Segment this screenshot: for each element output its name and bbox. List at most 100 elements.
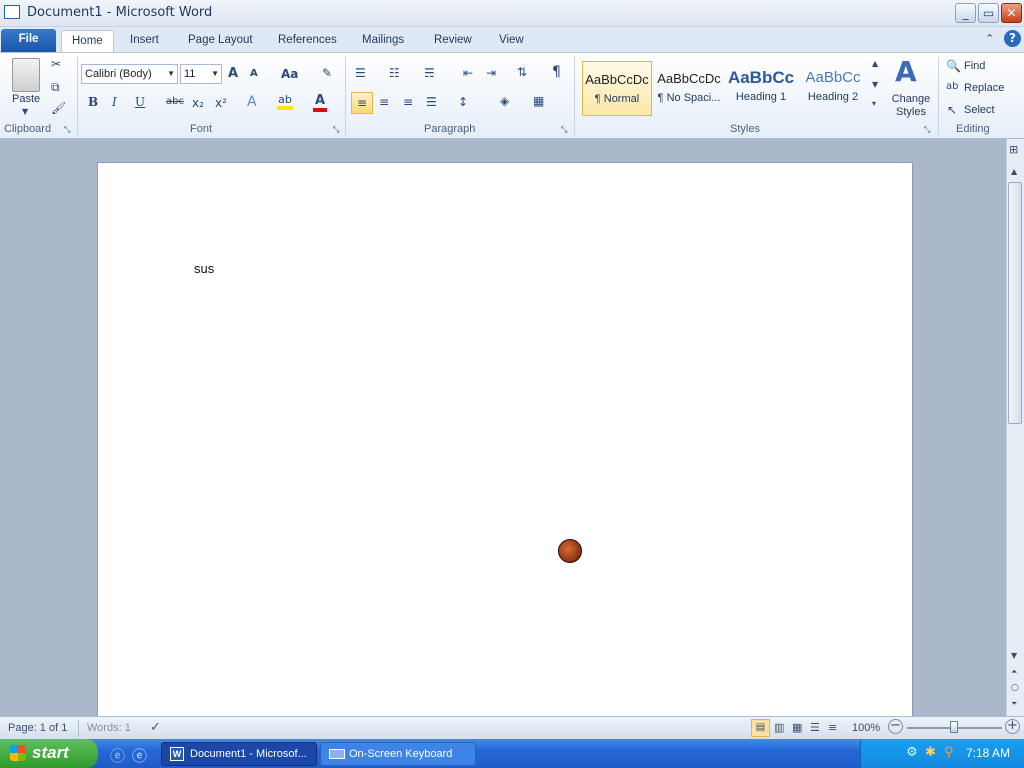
- styles-more-icon[interactable]: ▾: [872, 99, 876, 108]
- chevron-down-icon[interactable]: ▼: [211, 65, 219, 83]
- browse-object-icon[interactable]: ○: [1011, 683, 1019, 693]
- styles-launcher-icon[interactable]: ⤡: [924, 125, 930, 135]
- borders-icon[interactable]: ▦: [533, 94, 544, 108]
- tab-view[interactable]: View: [489, 30, 534, 52]
- styles-scroll-up-icon[interactable]: ▲: [872, 59, 878, 68]
- style-heading-1[interactable]: AaBbCc Heading 1: [726, 61, 796, 116]
- replace-icon[interactable]: ab: [946, 81, 958, 92]
- document-area[interactable]: sus: [0, 139, 1006, 716]
- decrease-indent-icon[interactable]: ⇤: [463, 66, 473, 80]
- copy-icon[interactable]: ⧉: [51, 80, 60, 95]
- close-button[interactable]: ✕: [1001, 3, 1022, 23]
- clipboard-launcher-icon[interactable]: ⤡: [64, 125, 70, 135]
- style-no-spacing[interactable]: AaBbCcDc ¶ No Spaci...: [654, 61, 724, 116]
- word-app-icon[interactable]: [4, 5, 20, 19]
- format-painter-icon[interactable]: 🖌: [51, 101, 66, 115]
- sort-icon[interactable]: ⇅: [517, 65, 527, 79]
- font-color-icon[interactable]: A: [313, 93, 327, 112]
- change-styles-icon[interactable]: A: [895, 55, 917, 88]
- select-icon[interactable]: ↖: [947, 103, 957, 117]
- align-center-icon[interactable]: ≡: [379, 95, 389, 109]
- change-styles-button[interactable]: Change Styles: [889, 93, 933, 119]
- multilevel-list-icon[interactable]: ☴: [424, 66, 435, 80]
- select-button[interactable]: Select: [964, 104, 995, 116]
- search-tray-icon[interactable]: ⚲: [944, 745, 954, 760]
- zoom-in-icon[interactable]: +: [1005, 719, 1020, 734]
- document-text[interactable]: sus: [194, 261, 214, 276]
- bullets-icon[interactable]: ☰: [355, 66, 366, 80]
- cut-icon[interactable]: ✂: [51, 57, 61, 71]
- draft-icon[interactable]: ≡: [828, 721, 837, 734]
- underline-button[interactable]: U: [135, 95, 145, 109]
- ie-icon[interactable]: ⓔ: [110, 745, 125, 766]
- outline-icon[interactable]: ☰: [810, 721, 820, 734]
- proofing-icon[interactable]: ✓: [150, 720, 161, 735]
- shading-icon[interactable]: ◈: [500, 94, 509, 108]
- tab-review[interactable]: Review: [424, 30, 482, 52]
- tab-page-layout[interactable]: Page Layout: [178, 30, 263, 52]
- scroll-up-icon[interactable]: ▲: [1011, 167, 1017, 176]
- network-icon[interactable]: ⚙: [906, 745, 918, 760]
- align-left-icon[interactable]: ≡: [351, 92, 373, 114]
- next-page-icon[interactable]: ⏷: [1011, 699, 1017, 709]
- text-effects-icon[interactable]: A: [247, 94, 257, 110]
- taskbar-item-osk[interactable]: On-Screen Keyboard: [320, 742, 476, 766]
- grow-font-icon[interactable]: A: [228, 66, 238, 81]
- replace-button[interactable]: Replace: [964, 82, 1004, 94]
- font-size-combo[interactable]: 11 ▼: [180, 64, 222, 84]
- zoom-level[interactable]: 100%: [852, 722, 880, 734]
- ie-alt-icon[interactable]: ⓔ: [132, 745, 147, 766]
- numbering-icon[interactable]: ☷: [389, 66, 400, 80]
- word-count[interactable]: Words: 1: [87, 722, 131, 734]
- tab-home[interactable]: Home: [61, 30, 114, 52]
- web-layout-icon[interactable]: ▦: [792, 721, 802, 734]
- line-spacing-icon[interactable]: ↕: [458, 95, 468, 109]
- tray-app-icon[interactable]: ✱: [925, 745, 936, 760]
- increase-indent-icon[interactable]: ⇥: [486, 66, 496, 80]
- previous-page-icon[interactable]: ⏶: [1011, 667, 1017, 677]
- clear-formatting-icon[interactable]: ✎: [322, 66, 332, 80]
- zoom-slider-handle[interactable]: [950, 721, 958, 733]
- highlight-icon[interactable]: ab: [277, 93, 293, 110]
- show-formatting-icon[interactable]: ¶: [552, 64, 561, 80]
- find-icon[interactable]: 🔍: [946, 59, 961, 73]
- style-normal[interactable]: AaBbCcDc ¶ Normal: [582, 61, 652, 116]
- italic-button[interactable]: I: [112, 95, 117, 109]
- restore-button[interactable]: ▭: [978, 3, 999, 23]
- tab-file[interactable]: File: [1, 29, 56, 52]
- scroll-down-icon[interactable]: ▼: [1011, 651, 1017, 660]
- bold-button[interactable]: B: [88, 95, 98, 109]
- change-case-icon[interactable]: Aa: [281, 67, 298, 81]
- tab-references[interactable]: References: [268, 30, 347, 52]
- start-button[interactable]: start: [0, 739, 98, 768]
- minimize-ribbon-icon[interactable]: ⌃: [985, 32, 994, 45]
- style-heading-2[interactable]: AaBbCc Heading 2: [798, 61, 868, 116]
- help-icon[interactable]: ?: [1004, 30, 1021, 47]
- zoom-out-icon[interactable]: −: [888, 719, 903, 734]
- paste-icon[interactable]: [12, 58, 40, 92]
- justify-icon[interactable]: ☰: [426, 95, 437, 109]
- paste-dropdown-icon[interactable]: ▼: [22, 107, 28, 116]
- align-right-icon[interactable]: ≡: [403, 95, 413, 109]
- page-count[interactable]: Page: 1 of 1: [8, 722, 67, 734]
- taskbar-item-word[interactable]: W Document1 - Microsof...: [161, 742, 317, 766]
- subscript-button[interactable]: x₂: [192, 96, 204, 110]
- paste-button[interactable]: Paste: [12, 93, 40, 105]
- paragraph-launcher-icon[interactable]: ⤡: [561, 125, 567, 135]
- strikethrough-button[interactable]: abc: [166, 96, 184, 107]
- find-button[interactable]: Find: [964, 60, 985, 72]
- chevron-down-icon[interactable]: ▼: [167, 65, 175, 83]
- shrink-font-icon[interactable]: A: [250, 68, 258, 79]
- font-launcher-icon[interactable]: ⤡: [333, 125, 339, 135]
- font-family-combo[interactable]: Calibri (Body) ▼: [81, 64, 178, 84]
- superscript-button[interactable]: x²: [215, 96, 227, 110]
- tab-mailings[interactable]: Mailings: [352, 30, 414, 52]
- ruler-toggle-icon[interactable]: ⊞: [1009, 143, 1018, 156]
- document-page[interactable]: sus: [97, 162, 913, 716]
- minimize-button[interactable]: _: [955, 3, 976, 23]
- print-layout-icon[interactable]: ▤: [751, 719, 770, 737]
- styles-scroll-down-icon[interactable]: ▼: [872, 80, 878, 89]
- full-screen-reading-icon[interactable]: ▥: [774, 721, 784, 734]
- scrollbar-thumb[interactable]: [1008, 182, 1022, 424]
- tab-insert[interactable]: Insert: [120, 30, 169, 52]
